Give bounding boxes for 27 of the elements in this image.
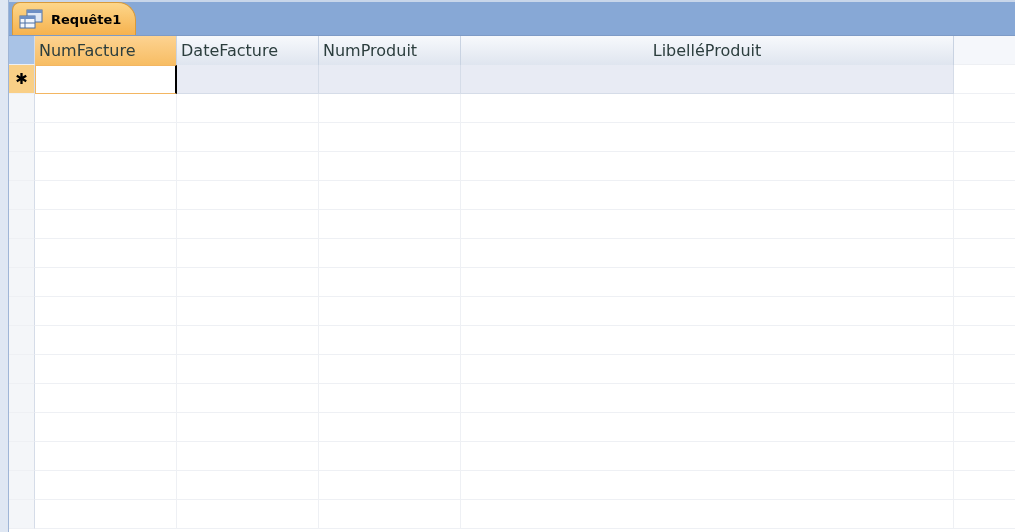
record-selector[interactable] (9, 471, 35, 500)
record-selector[interactable] (9, 181, 35, 210)
table-cell[interactable] (461, 65, 954, 94)
column-header[interactable]: NumProduit (319, 36, 461, 65)
record-selector[interactable] (9, 500, 35, 529)
record-selector[interactable] (9, 442, 35, 471)
record-selector[interactable] (9, 123, 35, 152)
record-selector[interactable] (9, 210, 35, 239)
record-selector[interactable] (9, 326, 35, 355)
table-cell[interactable] (319, 65, 461, 94)
record-selector[interactable] (9, 268, 35, 297)
column-header[interactable]: NumFacture (35, 36, 177, 65)
record-selector[interactable] (9, 297, 35, 326)
record-selector[interactable] (9, 413, 35, 442)
table-cell[interactable] (177, 65, 319, 94)
column-header[interactable]: LibelléProduit (461, 36, 954, 65)
record-selector[interactable] (9, 152, 35, 181)
record-selector[interactable]: ✱ (9, 65, 35, 94)
select-all-cell[interactable] (9, 36, 35, 65)
record-selector[interactable] (9, 355, 35, 384)
record-selector[interactable] (9, 239, 35, 268)
query-icon (19, 9, 43, 29)
record-selector[interactable] (9, 94, 35, 123)
column-header[interactable]: DateFacture (177, 36, 319, 65)
document-tab[interactable]: Requête1 (12, 2, 137, 35)
record-selector[interactable] (9, 384, 35, 413)
input-field[interactable] (35, 65, 177, 94)
